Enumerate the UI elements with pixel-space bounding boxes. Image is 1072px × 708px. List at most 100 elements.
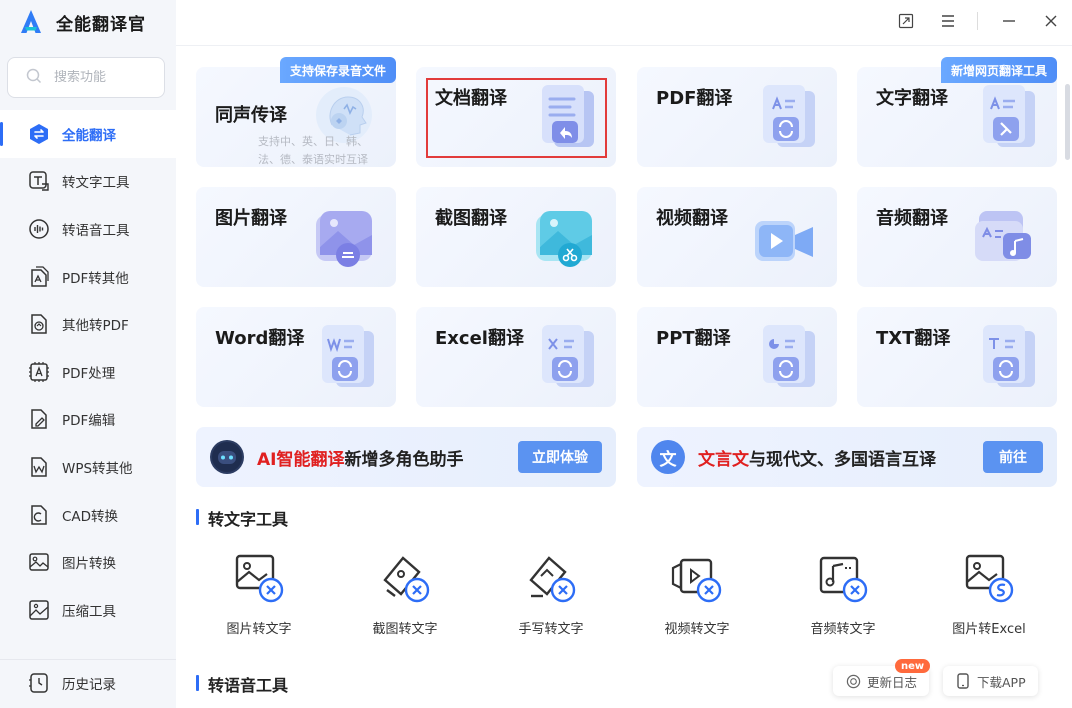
download-app-label: 下载APP — [977, 674, 1026, 690]
search-icon — [26, 68, 42, 88]
new-badge: new — [895, 659, 931, 673]
banner-highlight: AI智能翻译 — [257, 449, 345, 470]
tool-label: 图片转Excel — [952, 622, 1026, 637]
ppt-file-icon — [763, 325, 815, 387]
robot-icon — [210, 440, 244, 474]
card-title: TXT翻译 — [876, 328, 951, 349]
pdf-export-icon — [28, 265, 50, 288]
sidebar-item-label: 压缩工具 — [62, 603, 116, 620]
screenshot-to-text-icon — [383, 556, 430, 603]
card-txt-translate[interactable]: TXT翻译 — [857, 307, 1057, 407]
card-title: Excel翻译 — [435, 328, 524, 349]
banner-ai-translate[interactable]: AI智能翻译新增多角色助手 立即体验 — [196, 427, 616, 487]
sidebar-item-text-tools[interactable]: 转文字工具 — [0, 158, 176, 206]
tool-video-to-text[interactable]: 视频转文字 — [642, 550, 752, 637]
wps-icon — [28, 456, 50, 478]
sidebar-item-label: PDF编辑 — [62, 413, 116, 430]
card-title: 截图翻译 — [435, 208, 507, 229]
close-icon[interactable] — [1040, 10, 1062, 32]
card-word-translate[interactable]: Word翻译 — [196, 307, 396, 407]
image-to-text-icon — [235, 554, 284, 603]
sidebar-item-compress[interactable]: 压缩工具 — [0, 586, 176, 634]
card-excel-translate[interactable]: Excel翻译 — [416, 307, 616, 407]
section-title-voice-tools: 转语音工具 — [196, 672, 288, 696]
banner-highlight: 文言文 — [698, 449, 749, 470]
sidebar-item-pdf-process[interactable]: PDF处理 — [0, 348, 176, 396]
menu-icon[interactable] — [937, 10, 959, 32]
search-box[interactable] — [7, 57, 165, 98]
restore-icon[interactable] — [895, 10, 917, 32]
card-title: 同声传译 — [215, 105, 287, 126]
download-app-button[interactable]: 下载APP — [943, 666, 1038, 696]
go-button[interactable]: 前往 — [983, 441, 1043, 473]
tool-screenshot-to-text[interactable]: 截图转文字 — [350, 550, 460, 637]
card-pdf-translate[interactable]: PDF翻译 — [637, 67, 837, 167]
pdf-process-icon — [28, 361, 50, 383]
classical-chinese-icon: 文 — [651, 440, 685, 474]
handwriting-to-text-icon — [529, 556, 576, 603]
tool-handwriting-to-text[interactable]: 手写转文字 — [496, 550, 606, 637]
app-logo-icon — [16, 7, 46, 37]
try-now-button[interactable]: 立即体验 — [518, 441, 602, 473]
cad-icon — [28, 504, 50, 526]
voice-icon — [28, 218, 50, 240]
card-title: 视频翻译 — [656, 208, 728, 229]
window-controls — [875, 10, 1062, 32]
card-screenshot-translate[interactable]: 截图翻译 — [416, 187, 616, 287]
scrollbar[interactable] — [1065, 84, 1070, 160]
video-to-text-icon — [671, 558, 722, 603]
tool-image-to-text[interactable]: 图片转文字 — [204, 550, 314, 637]
banner-text: 文言文与现代文、多国语言互译 — [698, 445, 936, 470]
audio-translate-icon — [975, 211, 1031, 261]
card-image-translate[interactable]: 图片翻译 — [196, 187, 396, 287]
banner-body: 与现代文、多国语言互译 — [749, 449, 936, 470]
card-video-translate[interactable]: 视频翻译 — [637, 187, 837, 287]
sidebar-item-label: 转文字工具 — [62, 175, 130, 192]
card-audio-translate[interactable]: 音频翻译 — [857, 187, 1057, 287]
brand: 全能翻译官 — [16, 6, 146, 38]
sidebar-item-pdf-to-other[interactable]: PDF转其他 — [0, 253, 176, 301]
sidebar-item-image-convert[interactable]: 图片转换 — [0, 538, 176, 586]
tool-audio-to-text[interactable]: 音频转文字 — [788, 550, 898, 637]
sidebar-item-label: PDF转其他 — [62, 270, 129, 287]
screenshot-translate-icon — [536, 211, 592, 267]
tool-label: 截图转文字 — [372, 622, 438, 637]
pdf-translate-icon — [763, 85, 815, 147]
sidebar-item-other-to-pdf[interactable]: 其他转PDF — [0, 300, 176, 348]
tool-label: 视频转文字 — [664, 622, 730, 637]
txt-file-icon — [983, 325, 1035, 387]
card-title: PPT翻译 — [656, 328, 731, 349]
tool-label: 音频转文字 — [810, 622, 876, 637]
card-subtitle: 支持中、英、日、韩、法、德、泰语实时互译 — [258, 135, 368, 166]
divider — [176, 45, 1072, 46]
sidebar-item-label: 图片转换 — [62, 556, 116, 573]
card-title: 文字翻译 — [876, 88, 948, 109]
sidebar-item-label: 全能翻译 — [62, 127, 116, 144]
banner-classical-chinese[interactable]: 文 文言文与现代文、多国语言互译 前往 — [637, 427, 1057, 487]
card-title: Word翻译 — [215, 328, 305, 349]
search-input[interactable] — [54, 70, 154, 85]
pdf-edit-icon — [28, 408, 50, 430]
sidebar-item-label: WPS转其他 — [62, 460, 133, 477]
text-convert-icon — [28, 170, 50, 192]
tag-new-web-translate: 新增网页翻译工具 — [941, 57, 1058, 83]
tool-image-to-excel[interactable]: 图片转Excel — [934, 550, 1044, 637]
banner-body: 新增多角色助手 — [344, 449, 464, 470]
card-title: 图片翻译 — [215, 208, 287, 229]
image-translate-icon — [316, 211, 372, 267]
changelog-label: 更新日志 — [867, 674, 918, 690]
sidebar-item-cad-convert[interactable]: CAD转换 — [0, 491, 176, 539]
sidebar-item-pdf-edit[interactable]: PDF编辑 — [0, 396, 176, 444]
tool-label: 图片转文字 — [226, 622, 292, 637]
sidebar-item-voice-tools[interactable]: 转语音工具 — [0, 205, 176, 253]
word-file-icon — [322, 325, 374, 387]
card-title: PDF翻译 — [656, 88, 733, 109]
card-ppt-translate[interactable]: PPT翻译 — [637, 307, 837, 407]
sidebar-item-label: PDF处理 — [62, 365, 116, 382]
history-button[interactable]: 历史记录 — [0, 659, 176, 705]
tag-save-recording: 支持保存录音文件 — [280, 57, 397, 83]
sidebar-item-wps-to-other[interactable]: WPS转其他 — [0, 443, 176, 491]
app-title: 全能翻译官 — [56, 14, 146, 35]
sidebar-item-all-translate[interactable]: 全能翻译 — [0, 110, 176, 158]
minimize-icon[interactable] — [998, 10, 1020, 32]
